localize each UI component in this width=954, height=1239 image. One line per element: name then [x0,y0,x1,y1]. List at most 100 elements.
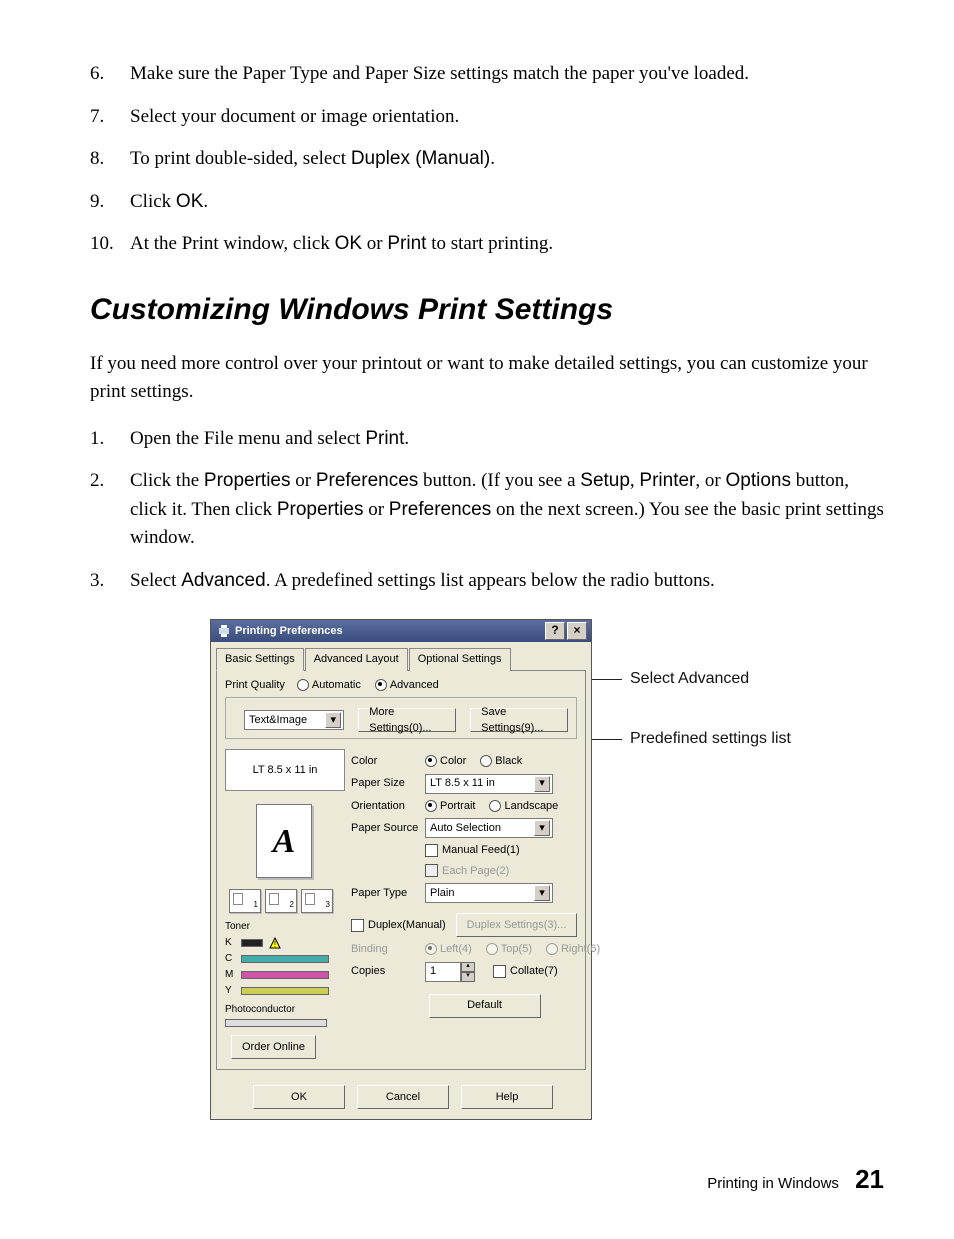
step-text: At the Print window, click OK or Print t… [130,233,553,254]
page-preview: A [225,797,343,885]
color-label: Color [351,753,425,770]
steps-top: 6. Make sure the Paper Type and Paper Si… [90,60,884,259]
radio-bind-left [425,943,437,955]
radio-black[interactable] [480,755,492,767]
order-online-button[interactable]: Order Online [231,1035,316,1059]
copies-input[interactable]: 1 [425,962,461,982]
duplex-settings-button: Duplex Settings(3)... [456,913,578,937]
step-text: Select Advanced. A predefined settings l… [130,570,715,591]
cancel-button[interactable]: Cancel [357,1085,449,1109]
intro-paragraph: If you need more control over your print… [90,350,884,407]
tab-optional-settings[interactable]: Optional Settings [409,648,511,671]
step-num: 8. [90,145,122,174]
default-button[interactable]: Default [429,994,541,1018]
binding-label: Binding [351,941,425,958]
figure: Printing Preferences ? × Basic Settings … [210,619,884,1120]
step-num: 10. [90,230,122,259]
paper-summary-text: LT 8.5 x 11 in [253,762,318,779]
callout-select-advanced: Select Advanced [630,667,749,691]
ok-button[interactable]: OK [253,1085,345,1109]
nup2-icon [265,889,297,913]
step-num: 9. [90,188,122,217]
collate-label: Collate(7) [510,963,558,980]
collate-checkbox[interactable] [493,965,506,978]
help-button[interactable]: ? [545,622,565,640]
paper-type-combo[interactable]: Plain▾ [425,883,553,903]
close-button[interactable]: × [567,622,587,640]
chevron-down-icon: ▾ [534,820,550,836]
section-heading: Customizing Windows Print Settings [90,287,884,332]
preset-combo[interactable]: Text&Image ▾ [244,710,344,730]
radio-bind-top [486,943,498,955]
paper-type-label: Paper Type [351,885,425,902]
toner-bar-y [241,987,329,995]
copies-label: Copies [351,963,425,980]
each-page-label: Each Page(2) [442,863,509,880]
step-num: 2. [90,467,122,496]
tab-body: Print Quality Automatic Advanced Text&Im… [216,670,586,1071]
tab-strip: Basic Settings Advanced Layout Optional … [211,642,591,670]
callout-predefined-list: Predefined settings list [630,727,791,751]
tab-advanced-layout[interactable]: Advanced Layout [305,648,408,671]
toner-bar-m [241,971,329,979]
save-settings-button[interactable]: Save Settings(9)... [470,708,568,732]
preview-letter: A [273,816,296,867]
settings-form: Color Color Black Paper Size LT 8.5 x 11… [345,749,614,1059]
printer-icon [217,624,231,638]
warning-icon: ! [269,937,281,949]
step-text: Click the Properties or Preferences butt… [130,470,884,548]
radio-advanced-label: Advanced [390,677,439,694]
paper-size-combo[interactable]: LT 8.5 x 11 in▾ [425,774,553,794]
footer-label: Printing in Windows [707,1175,839,1192]
step-num: 6. [90,60,122,89]
each-page-checkbox [425,864,438,877]
radio-color[interactable] [425,755,437,767]
radio-advanced[interactable] [375,679,387,691]
photoconductor-bar [225,1019,327,1027]
toner-bar-k [241,939,263,947]
paper-size-label: Paper Size [351,775,425,792]
more-settings-button[interactable]: More Settings(0)... [358,708,456,732]
orientation-label: Orientation [351,798,425,815]
nup1-icon [229,889,261,913]
preset-value: Text&Image [249,712,307,729]
nup-icons [229,889,345,913]
tab-basic-settings[interactable]: Basic Settings [216,648,304,671]
duplex-label: Duplex(Manual) [368,917,446,934]
toner-label: Toner [225,919,345,934]
duplex-checkbox[interactable] [351,919,364,932]
step-num: 1. [90,425,122,454]
step-text: Open the File menu and select Print. [130,428,409,449]
step-text: Select your document or image orientatio… [130,106,459,127]
photoconductor-label: Photoconductor [225,1002,345,1017]
step-text: To print double-sided, select Duplex (Ma… [130,148,495,169]
svg-text:!: ! [274,940,276,949]
toner-bar-c [241,955,329,963]
manual-feed-label: Manual Feed(1) [442,842,520,859]
dialog-footer: OK Cancel Help [211,1075,591,1119]
dialog-title: Printing Preferences [235,623,343,640]
callouts: Select Advanced Predefined settings list [592,619,791,787]
chevron-down-icon: ▾ [534,776,550,792]
paper-source-label: Paper Source [351,820,425,837]
steps-custom: 1. Open the File menu and select Print. … [90,425,884,596]
page-footer: Printing in Windows 21 [90,1160,884,1199]
help-button[interactable]: Help [461,1085,553,1109]
print-quality-row: Print Quality Automatic Advanced [225,677,577,694]
manual-feed-checkbox[interactable] [425,844,438,857]
radio-landscape[interactable] [489,800,501,812]
radio-portrait[interactable] [425,800,437,812]
titlebar[interactable]: Printing Preferences ? × [211,620,591,642]
paper-summary-box: LT 8.5 x 11 in [225,749,345,791]
step-text: Make sure the Paper Type and Paper Size … [130,63,749,84]
radio-bind-right [546,943,558,955]
step-num: 3. [90,567,122,596]
radio-automatic[interactable] [297,679,309,691]
copies-spinner[interactable]: ▴▾ [461,962,475,982]
page-number: 21 [855,1164,884,1194]
chevron-down-icon: ▾ [325,712,341,728]
paper-source-combo[interactable]: Auto Selection▾ [425,818,553,838]
advanced-group: Text&Image ▾ More Settings(0)... Save Se… [225,697,577,739]
preview-panel: LT 8.5 x 11 in A Toner K ! [225,749,345,1059]
print-quality-label: Print Quality [225,677,285,694]
